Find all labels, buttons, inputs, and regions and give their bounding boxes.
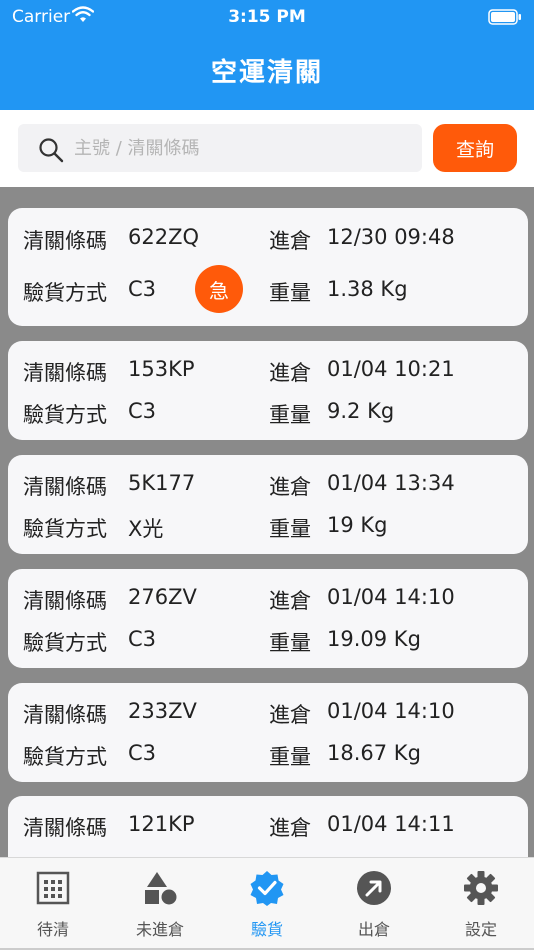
- warehouse-in-label: 進倉: [269, 703, 311, 727]
- record-card[interactable]: 清關條碼 233ZV 進倉 01/04 14:10 驗貨方式 C3 重量 18.…: [8, 683, 528, 782]
- urgent-badge: 急: [195, 265, 243, 313]
- shapes-icon: [145, 872, 177, 905]
- weight-label: 重量: [269, 631, 311, 655]
- tab-label: 未進倉: [135, 920, 184, 939]
- tab-settings[interactable]: 設定: [428, 858, 534, 950]
- clearance-code-value: 121KP: [128, 812, 195, 836]
- clearance-code-value: 5K177: [128, 471, 196, 495]
- inspection-method-label: 驗貨方式: [23, 403, 107, 427]
- search-bar: 查詢: [0, 110, 534, 187]
- tab-label: 驗貨: [250, 920, 283, 939]
- clearance-code-label: 清關條碼: [23, 589, 107, 613]
- inspection-method-value: C3: [128, 277, 157, 301]
- tab-pending[interactable]: 待清: [0, 858, 106, 950]
- warehouse-in-time: 01/04 14:10: [327, 585, 455, 609]
- record-card[interactable]: 清關條碼 276ZV 進倉 01/04 14:10 驗貨方式 C3 重量 19.…: [8, 569, 528, 668]
- clearance-code-value: 276ZV: [128, 585, 197, 609]
- weight-value: 1.38 Kg: [327, 277, 408, 301]
- weight-label: 重量: [269, 403, 311, 427]
- battery-icon: [488, 9, 521, 25]
- warehouse-in-label: 進倉: [269, 589, 311, 613]
- tab-bar: 待清 未進倉 驗貨 出倉 設定: [0, 857, 534, 950]
- grid-icon: [36, 871, 70, 905]
- clearance-code-label: 清關條碼: [23, 361, 107, 385]
- clearance-code-value: 622ZQ: [128, 225, 199, 249]
- inspection-method-label: 驗貨方式: [23, 631, 107, 655]
- weight-value: 19 Kg: [327, 513, 388, 537]
- status-time: 3:15 PM: [228, 7, 306, 27]
- inspection-method-value: X光: [128, 517, 164, 541]
- record-card[interactable]: 清關條碼 5K177 進倉 01/04 13:34 驗貨方式 X光 重量 19 …: [8, 455, 528, 554]
- warehouse-in-label: 進倉: [269, 361, 311, 385]
- nav-header: Carrier 3:15 PM 空運清關: [0, 0, 534, 110]
- search-box[interactable]: [18, 124, 422, 172]
- clearance-code-label: 清關條碼: [23, 229, 107, 253]
- inspection-method-value: C3: [128, 627, 157, 651]
- warehouse-in-time: 12/30 09:48: [327, 225, 455, 249]
- clearance-code-label: 清關條碼: [23, 475, 107, 499]
- record-card[interactable]: 清關條碼 153KP 進倉 01/04 10:21 驗貨方式 C3 重量 9.2…: [8, 341, 528, 440]
- tab-label: 待清: [36, 920, 69, 939]
- warehouse-in-time: 01/04 13:34: [327, 471, 455, 495]
- clearance-code-label: 清關條碼: [23, 816, 107, 840]
- query-button[interactable]: 查詢: [433, 124, 517, 172]
- clearance-code-label: 清關條碼: [23, 703, 107, 727]
- inspection-method-label: 驗貨方式: [23, 517, 107, 541]
- status-bar: Carrier 3:15 PM: [0, 0, 534, 34]
- record-card[interactable]: 清關條碼 121KP 進倉 01/04 14:11 驗貨方式 重量: [8, 796, 528, 857]
- warehouse-in-label: 進倉: [269, 475, 311, 499]
- clearance-code-value: 233ZV: [128, 699, 197, 723]
- weight-value: 9.2 Kg: [327, 399, 395, 423]
- record-list[interactable]: 清關條碼 622ZQ 進倉 12/30 09:48 驗貨方式 C3 急 重量 1…: [0, 187, 534, 857]
- inspection-method-value: C3: [128, 741, 157, 765]
- tab-inspection[interactable]: 驗貨: [214, 858, 320, 950]
- record-card[interactable]: 清關條碼 622ZQ 進倉 12/30 09:48 驗貨方式 C3 急 重量 1…: [8, 208, 528, 326]
- tab-label: 設定: [464, 920, 497, 939]
- clearance-code-value: 153KP: [128, 357, 195, 381]
- gear-icon: [464, 871, 498, 905]
- weight-value: 18.67 Kg: [327, 741, 421, 765]
- arrow-up-right-circle-icon: [357, 871, 391, 905]
- weight-label: 重量: [269, 745, 311, 769]
- tab-out-warehouse[interactable]: 出倉: [321, 858, 427, 950]
- weight-label: 重量: [269, 517, 311, 541]
- inspection-method-label: 驗貨方式: [23, 745, 107, 769]
- weight-label: 重量: [269, 281, 311, 305]
- warehouse-in-time: 01/04 14:10: [327, 699, 455, 723]
- search-input[interactable]: [74, 130, 414, 166]
- tab-not-in-warehouse[interactable]: 未進倉: [107, 858, 213, 950]
- tab-label: 出倉: [357, 920, 390, 939]
- weight-value: 19.09 Kg: [327, 627, 421, 651]
- warehouse-in-time: 01/04 14:11: [327, 812, 455, 836]
- verified-badge-icon: [250, 871, 284, 906]
- warehouse-in-label: 進倉: [269, 816, 311, 840]
- inspection-method-value: C3: [128, 399, 157, 423]
- search-icon: [39, 138, 64, 163]
- warehouse-in-time: 01/04 10:21: [327, 357, 455, 381]
- page-title: 空運清關: [210, 58, 323, 88]
- inspection-method-label: 驗貨方式: [23, 281, 107, 305]
- warehouse-in-label: 進倉: [269, 229, 311, 253]
